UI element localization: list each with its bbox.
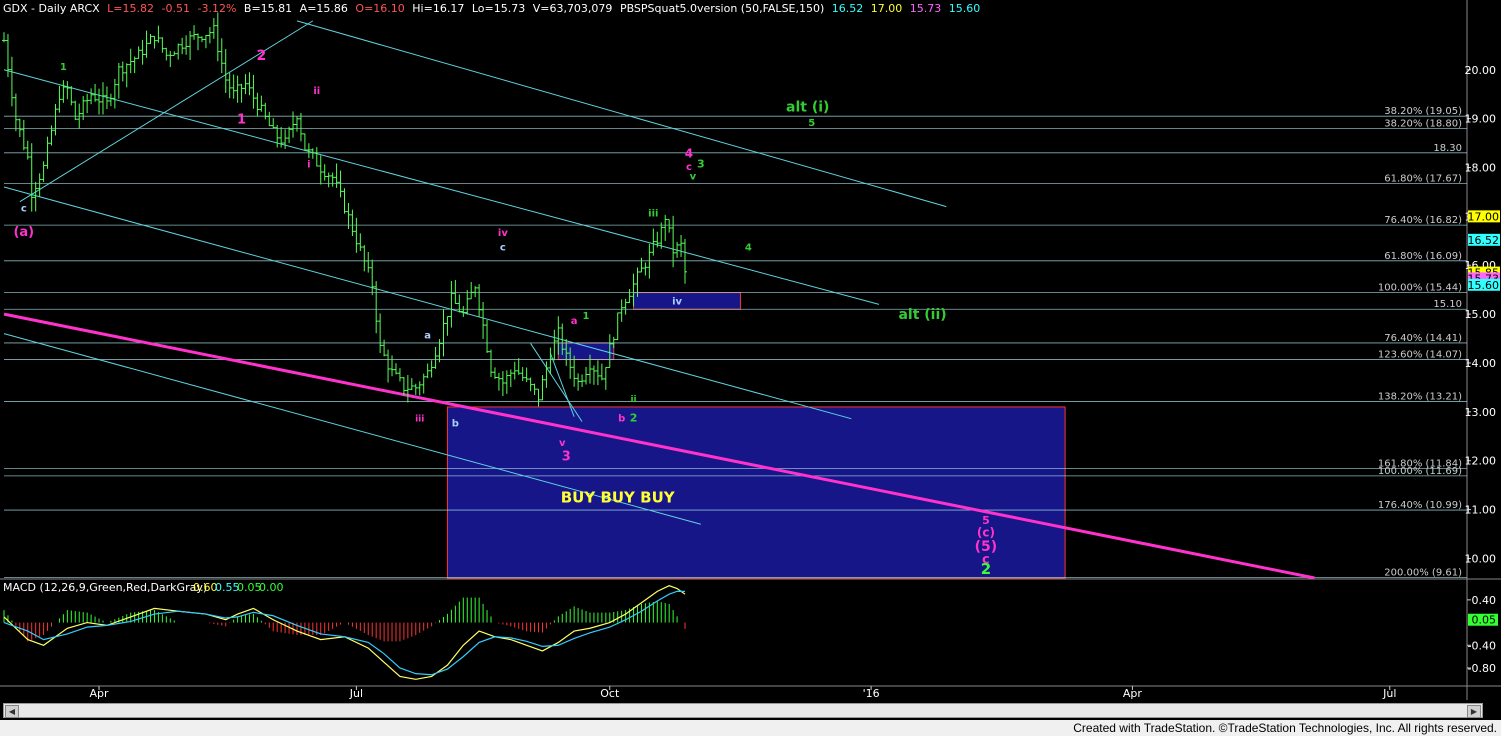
wave-label: 1	[583, 311, 590, 322]
last-price: L=15.82	[107, 2, 155, 15]
wave-label: (a)	[13, 225, 34, 240]
price-axis-label: 10.00	[1465, 552, 1497, 565]
scroll-right-arrow[interactable]: ▶	[1467, 705, 1481, 718]
volume: V=63,703,079	[532, 2, 613, 15]
price-axis-label: 13.00	[1465, 406, 1497, 419]
time-scrollbar[interactable]: ◀ ▶	[3, 703, 1483, 718]
time-axis-label: Oct	[600, 687, 620, 700]
wave-label: iii	[415, 415, 424, 425]
wave-label: 1	[237, 113, 246, 128]
macd-value: 0.05	[237, 581, 262, 594]
wave-label: ii	[313, 86, 320, 97]
wave-label: iv	[498, 228, 508, 239]
wave-label: b	[618, 414, 625, 425]
price-marker-label: 15.60	[1468, 279, 1500, 292]
high-price: Hi=16.17	[412, 2, 465, 15]
time-axis-label: Jul	[1382, 687, 1396, 700]
wave-label: 4	[685, 147, 693, 161]
fib-level-label: 15.10	[1433, 299, 1462, 310]
fib-level-label: 61.80% (16.09)	[1384, 251, 1462, 262]
symbol-label: GDX - Daily ARCX	[3, 2, 100, 15]
price-axis-label: 15.00	[1465, 308, 1497, 321]
chart-header: GDX - Daily ARCX L=15.82 -0.51 -3.12% B=…	[3, 2, 984, 15]
wave-label: ii	[630, 395, 636, 405]
fib-level-label: 18.30	[1433, 143, 1462, 154]
fib-level-label: 76.40% (16.82)	[1384, 215, 1462, 226]
price-chart: 38.20% (19.05)38.20% (18.80) 18.30 61.80% …	[0, 0, 1501, 720]
wave-label: alt (i)	[786, 99, 829, 115]
macd-marker-label: 0.05	[1472, 614, 1497, 627]
study-value-3: 15.73	[909, 2, 942, 15]
fib-level-label: 100.00% (15.44)	[1378, 283, 1462, 294]
fib-level-label: 200.00% (9.61)	[1384, 568, 1462, 579]
price-axis-label: 18.00	[1465, 161, 1497, 174]
fib-level-label: 100.00% (11.69)	[1378, 466, 1462, 477]
low-price: Lo=15.73	[471, 2, 526, 15]
wave-label: (c)	[977, 525, 995, 539]
price-axis-label: 20.00	[1465, 64, 1497, 77]
open-price: O=16.10	[355, 2, 405, 15]
fib-target-box	[446, 406, 1066, 579]
pct-change: -3.12%	[197, 2, 237, 15]
fib-level-label: 138.20% (13.21)	[1378, 392, 1462, 403]
price-axis-label: 14.00	[1465, 357, 1497, 370]
macd-title: MACD (12,26,9,Green,Red,DarkGray)	[3, 581, 207, 594]
net-change: -0.51	[161, 2, 190, 15]
macd-axis-label: 0.40	[1472, 594, 1497, 607]
wave-label: 3	[697, 157, 705, 170]
footer: Created with TradeStation. ©TradeStation…	[0, 720, 1501, 736]
scroll-left-arrow[interactable]: ◀	[5, 705, 19, 718]
wave-label: alt (ii)	[898, 307, 946, 323]
time-axis-label: Jul	[349, 687, 363, 700]
fib-level-label: 176.40% (10.99)	[1378, 500, 1462, 511]
study-name: PBSPSquat5.0version (50,FALSE,150)	[619, 2, 825, 15]
wave-label: v	[559, 438, 566, 449]
wave-label: c	[21, 203, 27, 214]
wave-label: c	[500, 243, 506, 254]
macd-value: 0.00	[259, 581, 284, 594]
study-value-4: 15.60	[948, 2, 981, 15]
fib-level-label: 61.80% (17.67)	[1384, 174, 1462, 185]
fib-level-label: 38.20% (19.05)	[1384, 106, 1462, 117]
price-axis-label: 12.00	[1465, 455, 1497, 468]
wave-label: 1	[60, 62, 67, 73]
wave-label: 2	[256, 48, 266, 64]
wave-label: i	[307, 159, 310, 170]
wave-label: b	[452, 419, 459, 430]
macd-value: 0.60	[193, 581, 218, 594]
fib-level-label: 38.20% (18.80)	[1384, 118, 1462, 129]
study-value-1: 16.52	[831, 2, 864, 15]
wave-label: 2	[981, 560, 991, 578]
wave-label: BUY BUY BUY	[561, 488, 676, 506]
wave-label: iv	[672, 296, 682, 307]
wave-label: v	[690, 172, 697, 183]
footer-credit: Created with TradeStation. ©TradeStation…	[1073, 721, 1497, 735]
fib-level-label: 123.60% (14.07)	[1378, 350, 1462, 361]
wave-label: 3	[562, 450, 571, 465]
wave-label: a	[424, 331, 431, 342]
time-axis-label: '16	[863, 687, 880, 700]
wave-label: 5	[808, 118, 815, 129]
bid-price: B=15.81	[243, 2, 293, 15]
time-axis-label: Apr	[90, 687, 110, 700]
macd-axis-label: -0.80	[1468, 662, 1496, 675]
time-axis-label: Apr	[1123, 687, 1143, 700]
wave-label: a	[571, 316, 578, 327]
wave-label: iii	[648, 208, 658, 219]
fib-target-box	[633, 292, 741, 310]
price-axis-label: 19.00	[1465, 113, 1497, 126]
price-marker-label: 16.52	[1468, 234, 1500, 247]
wave-label: 4	[745, 243, 752, 254]
fib-level-label: 76.40% (14.41)	[1384, 333, 1462, 344]
wave-label: 2	[630, 412, 638, 425]
price-axis-label: 11.00	[1465, 504, 1497, 517]
macd-value: 0.55	[215, 581, 240, 594]
study-value-2: 17.00	[870, 2, 903, 15]
ask-price: A=15.86	[299, 2, 348, 15]
macd-axis-label: -0.40	[1468, 639, 1496, 652]
price-marker-label: 17.00	[1468, 210, 1500, 223]
